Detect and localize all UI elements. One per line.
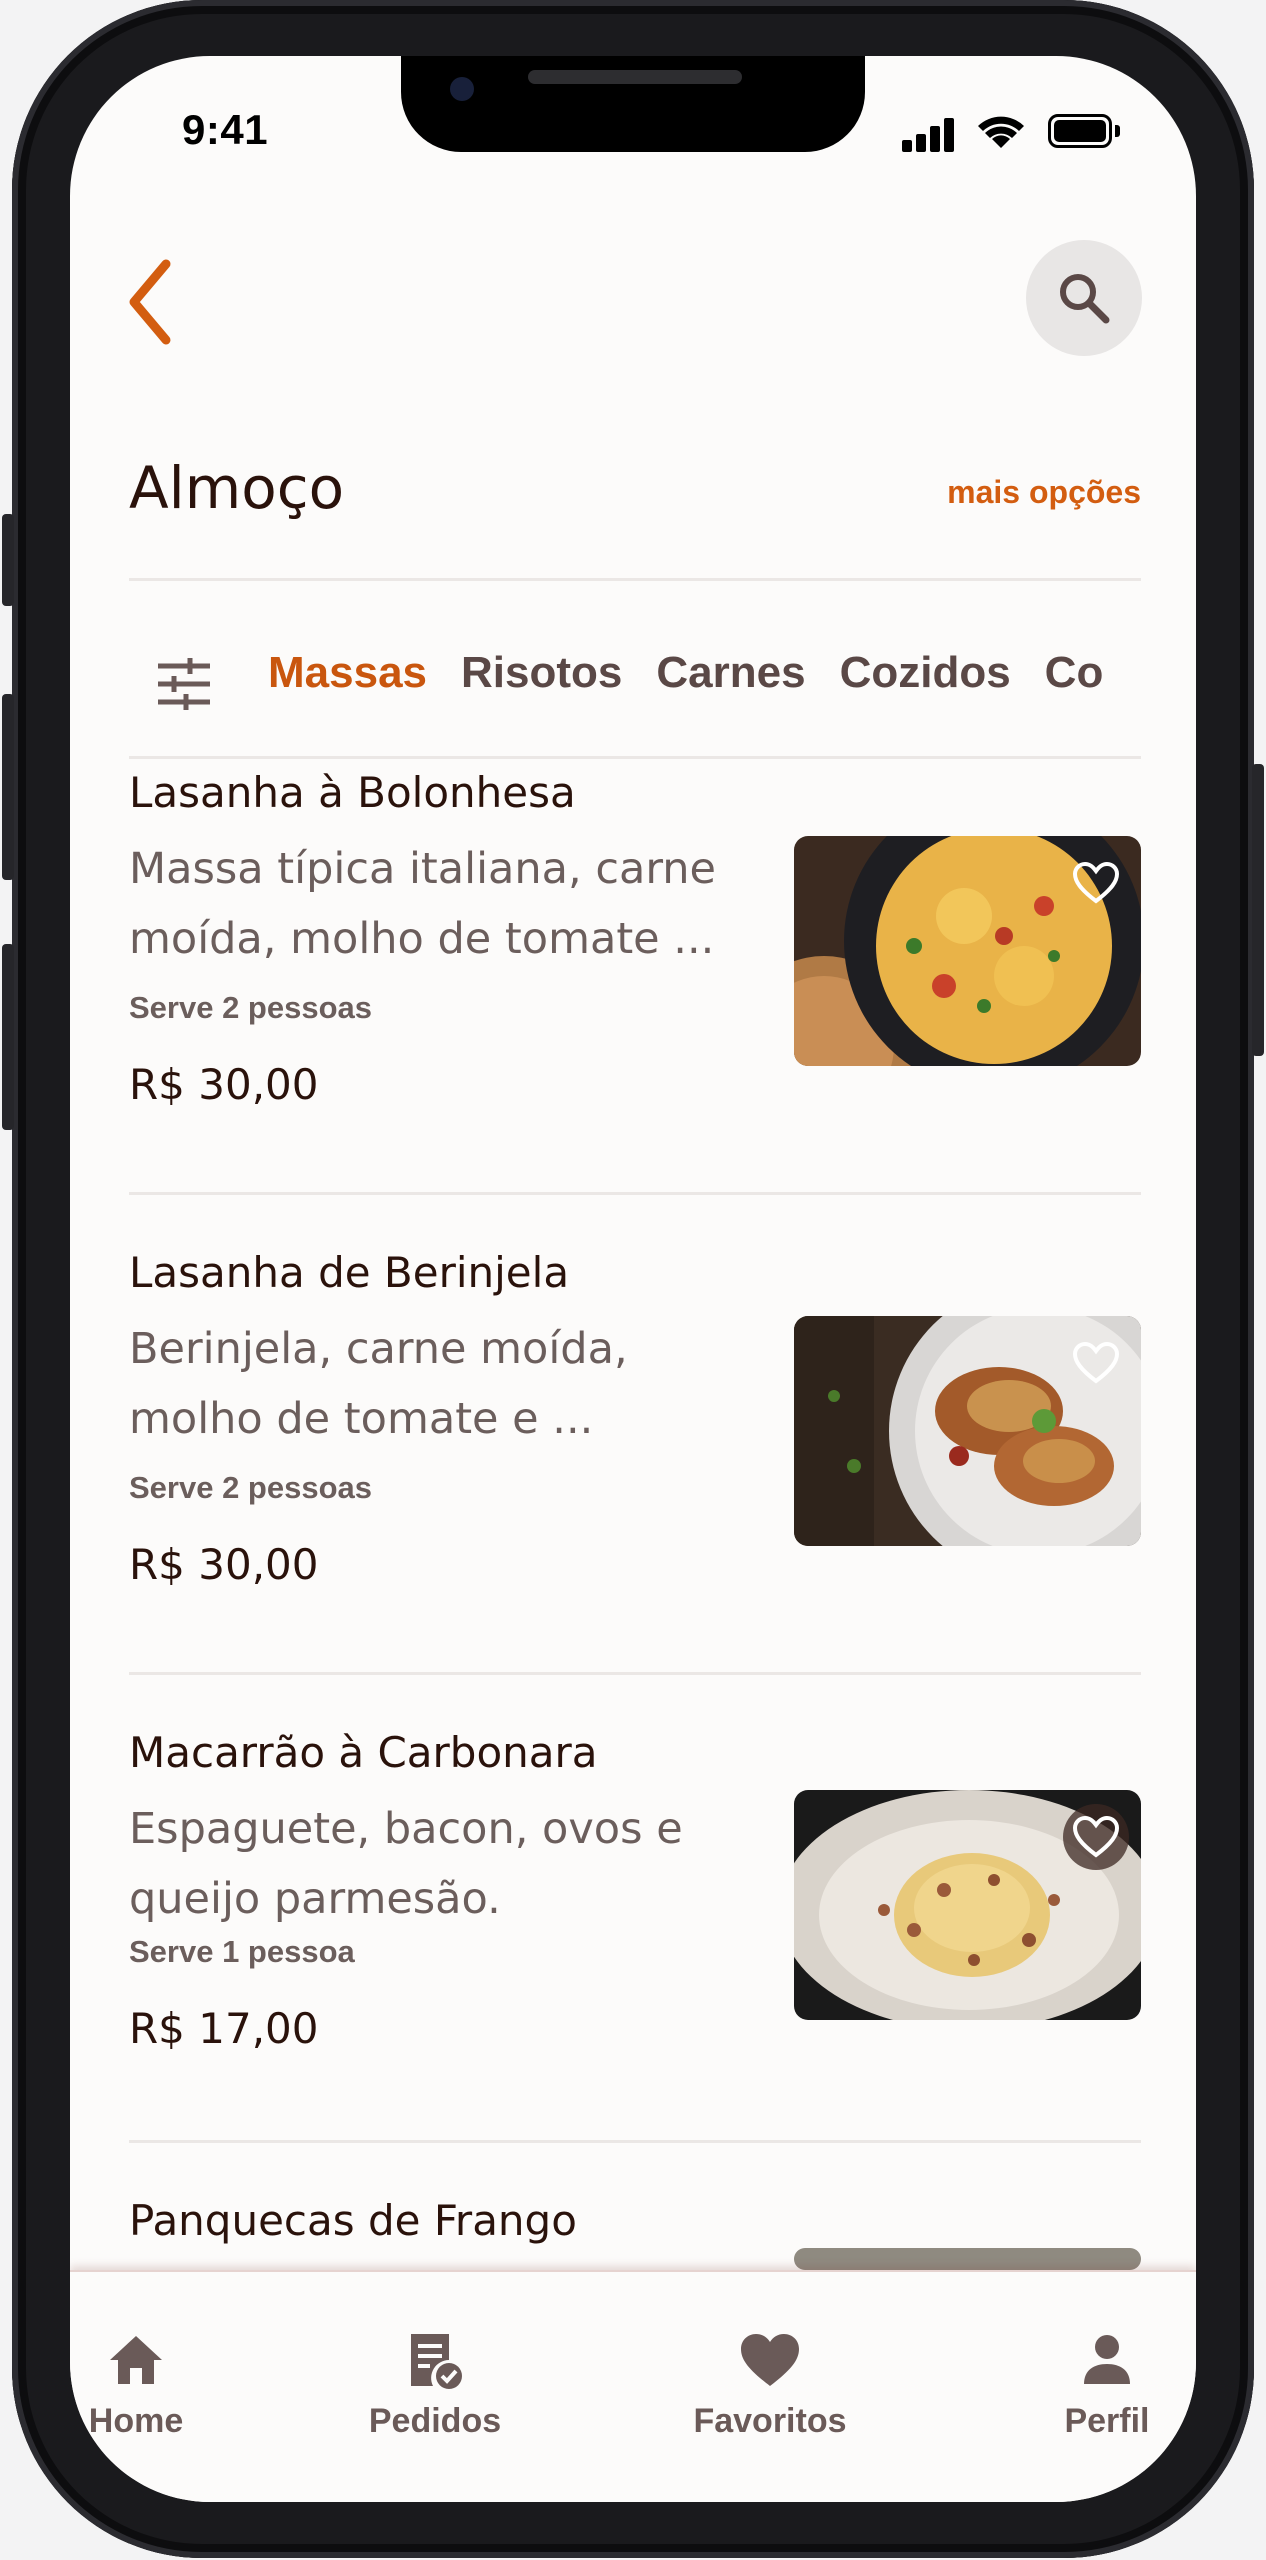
nav-home-label: Home [88, 2402, 184, 2440]
tab-massas[interactable]: Massas [268, 648, 427, 698]
eggplant-lasagna-photo-icon [794, 1316, 1141, 1546]
volume-up-button [2, 694, 14, 880]
home-icon [110, 2336, 162, 2384]
item-divider [129, 1672, 1141, 1675]
orders-icon [411, 2334, 462, 2389]
nav-home[interactable]: Home [70, 2272, 236, 2472]
item-name: Macarrão à Carbonara [129, 1728, 598, 1777]
chevron-left-icon [129, 259, 171, 345]
item-serves: Serve 2 pessoas [129, 990, 373, 1025]
speaker [528, 70, 742, 84]
heart-outline-icon [1072, 861, 1120, 904]
item-name: Lasanha à Bolonhesa [129, 768, 576, 817]
item-divider [129, 1192, 1141, 1195]
page-title: Almoço [129, 454, 345, 522]
nav-favoritos[interactable]: Favoritos [670, 2272, 870, 2472]
battery-icon [1048, 114, 1120, 148]
mute-switch [2, 514, 14, 606]
item-price: R$ 30,00 [129, 1540, 319, 1589]
nav-perfil[interactable]: Perfil [1007, 2272, 1196, 2472]
menu-item-panquecas-frango[interactable]: Panquecas de Frango [129, 2196, 1141, 2270]
item-serves: Serve 1 pessoa [129, 1934, 355, 1969]
app-screen: 9:41 Almoço mais opções Massas Risotos C… [70, 56, 1196, 2502]
nav-pedidos[interactable]: Pedidos [335, 2272, 535, 2472]
heart-outline-icon [1072, 1341, 1120, 1384]
heart-outline-icon [1072, 1815, 1120, 1858]
more-options-link[interactable]: mais opções [947, 474, 1141, 511]
item-description: Espaguete, bacon, ovos e queijo parmesão… [129, 1804, 683, 1924]
search-icon [1060, 274, 1110, 324]
pancake-photo-icon [794, 2248, 1141, 2270]
lasagna-photo-icon [794, 836, 1141, 1066]
favorite-button[interactable] [1063, 1330, 1129, 1396]
tab-carnes[interactable]: Carnes [656, 648, 805, 698]
back-button[interactable] [122, 254, 182, 350]
sliders-icon [158, 658, 210, 710]
item-name: Lasanha de Berinjela [129, 1248, 570, 1297]
bottom-navigation: Home Pedidos Favoritos Perfil [70, 2270, 1196, 2502]
tab-co[interactable]: Co [1045, 648, 1104, 698]
tab-risotos[interactable]: Risotos [461, 648, 622, 698]
status-time: 9:41 [182, 106, 269, 153]
nav-favoritos-label: Favoritos [693, 2402, 847, 2440]
carbonara-photo-icon [794, 1790, 1141, 2020]
item-description: Berinjela, carne moída, molho de tomate … [129, 1324, 628, 1444]
item-divider [129, 2140, 1141, 2143]
item-price: R$ 17,00 [129, 2004, 319, 2053]
item-description: Massa típica italiana, carne moída, molh… [129, 844, 716, 964]
item-name: Panquecas de Frango [129, 2196, 577, 2245]
heart-icon [741, 2334, 799, 2386]
user-icon [1084, 2335, 1130, 2384]
item-serves: Serve 2 pessoas [129, 1470, 373, 1505]
tab-cozidos[interactable]: Cozidos [840, 648, 1011, 698]
search-button[interactable] [1026, 240, 1142, 356]
volume-down-button [2, 944, 14, 1130]
header-divider [129, 578, 1141, 581]
wifi-icon [976, 114, 1026, 155]
menu-item-macarrao-carbonara[interactable]: Macarrão à Carbonara Espaguete, bacon, o… [129, 1728, 1141, 2168]
front-camera [450, 77, 474, 101]
menu-item-lasanha-berinjela[interactable]: Lasanha de Berinjela Berinjela, carne mo… [129, 1248, 1141, 1688]
favorite-button[interactable] [1063, 1804, 1129, 1870]
nav-perfil-label: Perfil [1064, 2402, 1150, 2440]
item-price: R$ 30,00 [129, 1060, 319, 1109]
cellular-signal-icon [902, 116, 958, 152]
category-tabs: Massas Risotos Carnes Cozidos Co [268, 648, 1142, 708]
menu-item-lasanha-bolonhesa[interactable]: Lasanha à Bolonhesa Massa típica italian… [129, 768, 1141, 1228]
power-button [1252, 764, 1264, 1056]
nav-pedidos-label: Pedidos [368, 2402, 502, 2440]
favorite-button[interactable] [1063, 850, 1129, 916]
filter-button[interactable] [156, 656, 212, 717]
tabs-divider [129, 756, 1141, 759]
